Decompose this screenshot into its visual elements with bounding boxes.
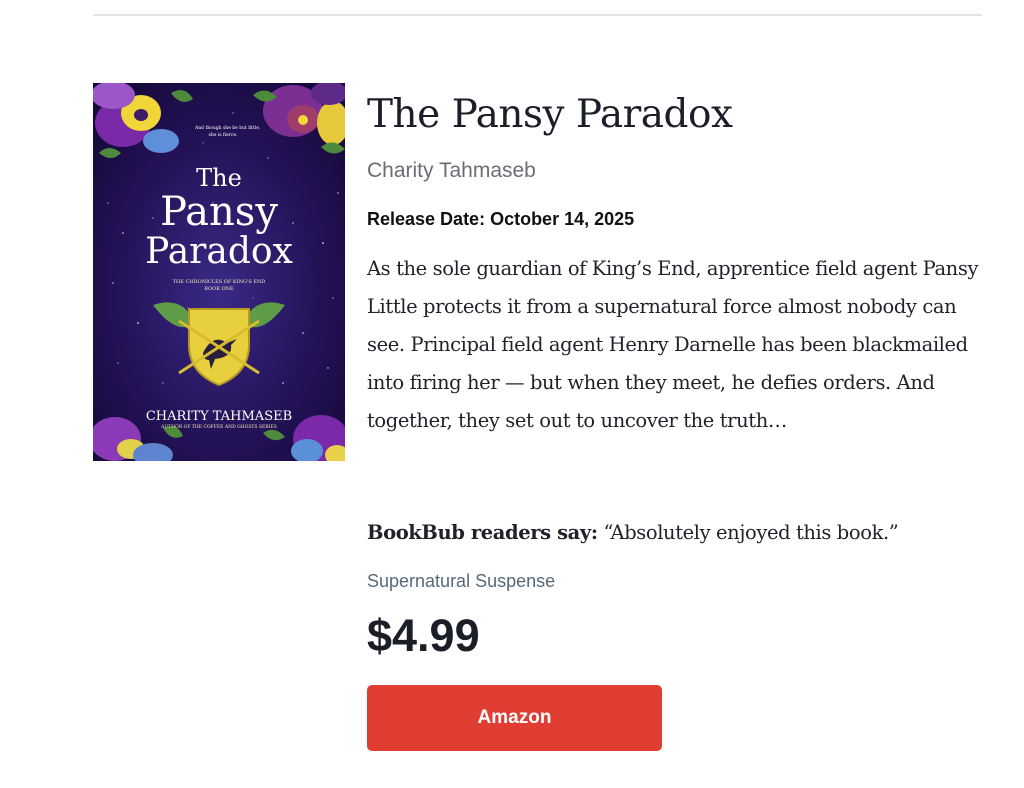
release-date: Release Date: October 14, 2025: [367, 209, 635, 229]
cover-author-note: AUTHOR OF THE COFFEE AND GHOSTS SERIES: [160, 424, 277, 430]
cover-series-2: BOOK ONE: [204, 286, 234, 292]
top-divider: [93, 14, 982, 16]
book-price: $4.99: [367, 610, 480, 661]
book-title[interactable]: The Pansy Paradox: [367, 90, 733, 140]
cover-title-pansy: Pansy: [160, 189, 278, 235]
cover-series-1: THE CHRONICLES OF KING'S END: [173, 279, 266, 285]
reader-review-quote: “Absolutely enjoyed this book.”: [603, 521, 899, 544]
cover-author: CHARITY TAHMASEB: [146, 409, 292, 424]
reader-review-label: BookBub readers say:: [367, 521, 598, 544]
book-author: Charity Tahmaseb: [367, 159, 536, 182]
genre-link[interactable]: Supernatural Suspense: [367, 569, 555, 593]
book-description: As the sole guardian of King’s End, appr…: [367, 257, 979, 432]
amazon-buy-button[interactable]: Amazon: [367, 685, 662, 751]
cover-title-paradox: Paradox: [145, 231, 293, 272]
cover-tagline-2: she is fierce.: [209, 132, 238, 138]
cover-tagline-1: And though she be but little,: [194, 125, 260, 131]
reader-review: BookBub readers say: “Absolutely enjoyed…: [367, 515, 992, 551]
cover-title-the: The: [196, 164, 242, 192]
book-cover-image[interactable]: And though she be but little, she is fie…: [93, 83, 345, 461]
